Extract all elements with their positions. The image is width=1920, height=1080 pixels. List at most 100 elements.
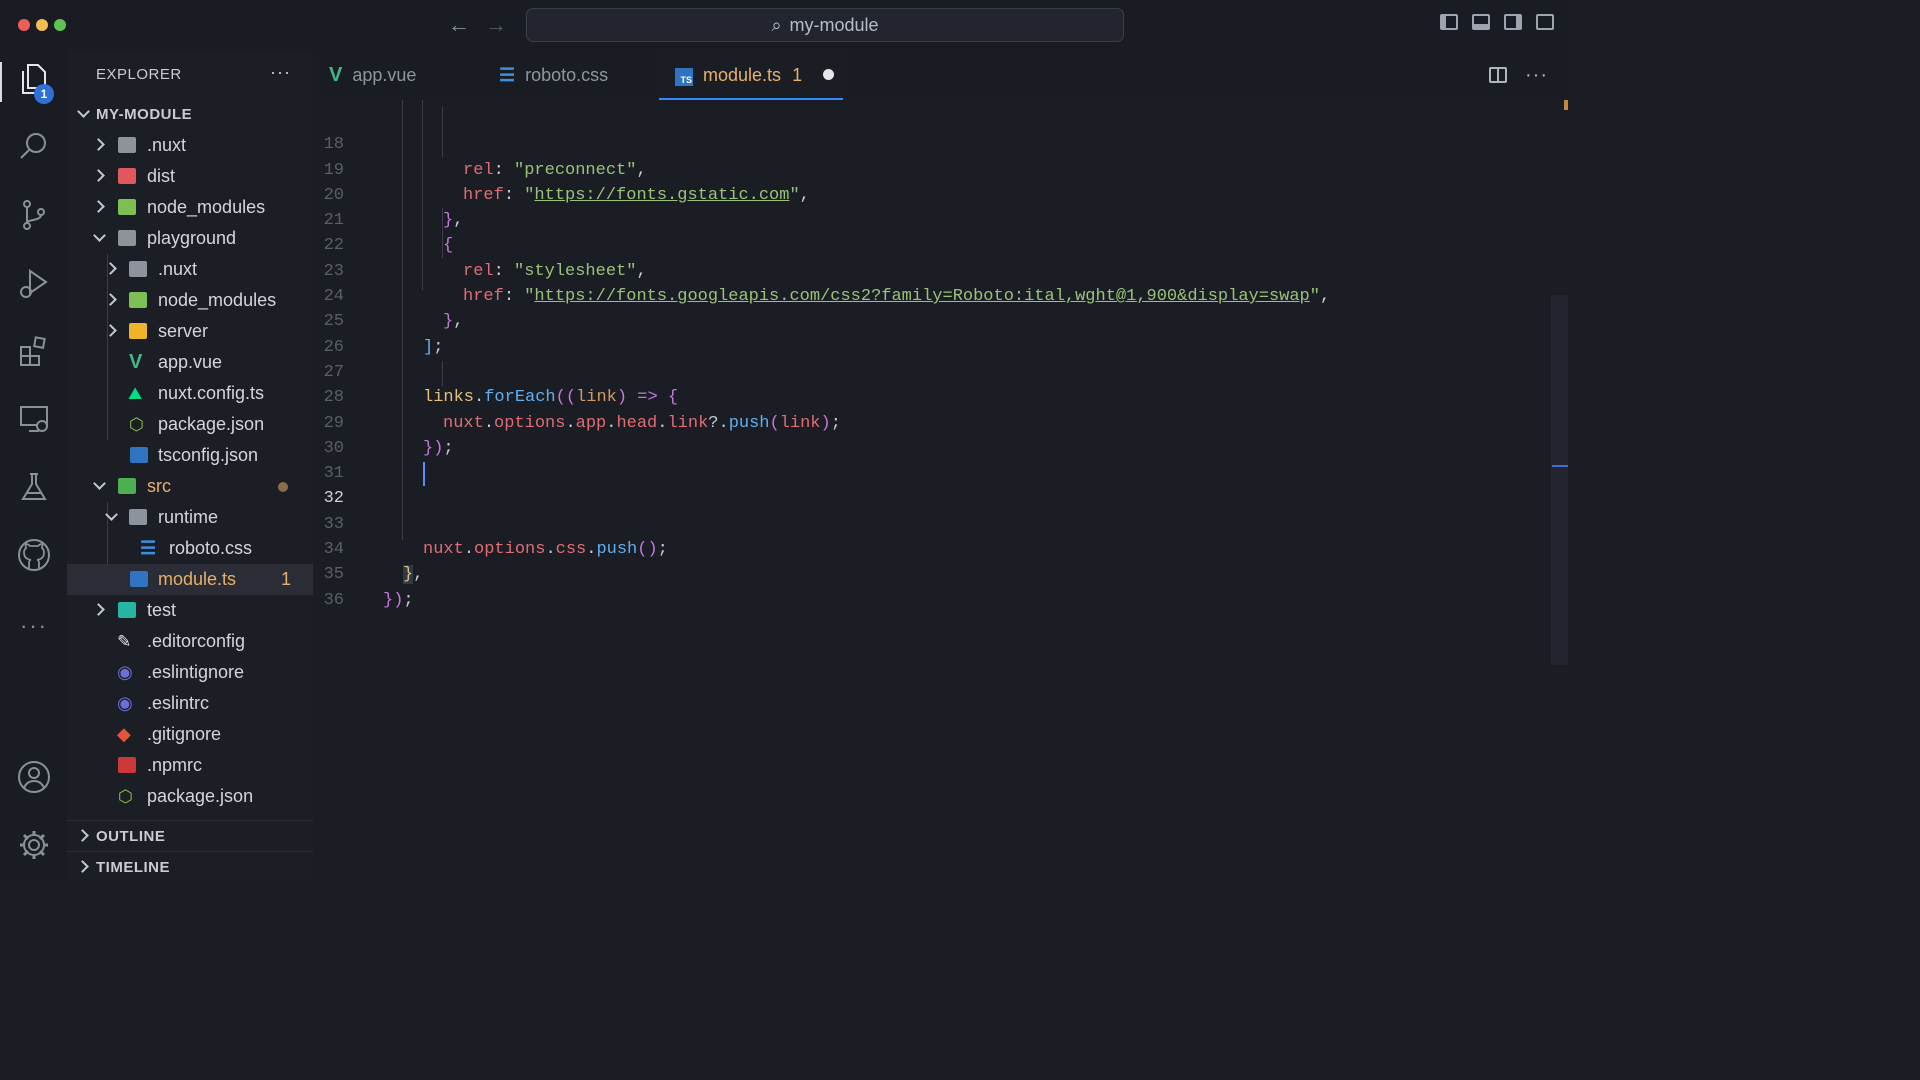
tree-folder-playground-nuxt[interactable]: .nuxt [67,254,313,285]
tree-file-npmrc[interactable]: .npmrc [67,750,313,781]
code-line-current: 32 [313,461,354,508]
tree-file-root-package-json[interactable]: ⬡ package.json [67,781,313,812]
chevron-right-icon [76,860,90,874]
source-control-icon[interactable] [14,198,54,238]
maximize-window-button[interactable] [54,19,66,31]
back-arrow-icon[interactable]: ← [448,12,470,38]
chevron-down-icon [76,107,90,121]
title-bar: ← → ⌕ my-module [0,0,1568,51]
outline-section-header[interactable]: OUTLINE [67,820,313,852]
code-editor[interactable]: 18 rel: "preconnect", 19 href: "https://… [313,100,1548,882]
chevron-right-icon [76,829,90,843]
code-text: }, [403,565,424,585]
chevron-down-icon [104,510,118,524]
tree-file-roboto-css[interactable]: ☰ roboto.css [67,533,313,564]
editor-scrollbar[interactable] [1548,100,1568,882]
scrollbar-thumb[interactable] [1551,295,1568,665]
tree-folder-runtime[interactable]: runtime [67,502,313,533]
tree-item-label: nuxt.config.ts [158,383,265,403]
tree-file-editorconfig[interactable]: ✎ .editorconfig [67,626,313,657]
code-line: 34 }, [313,512,423,585]
link-url[interactable]: https://fonts.gstatic.com [534,186,789,205]
tree-folder-src[interactable]: src [67,471,313,502]
command-center-search[interactable]: ⌕ my-module [526,8,1124,42]
link-url[interactable]: https://fonts.googleapis.com/css2?family… [534,287,1309,306]
indent-guide [402,100,403,540]
tab-app-vue[interactable]: Vapp.vue [329,50,479,100]
tree-file-package-json[interactable]: ⬡ package.json [67,409,313,440]
code-line: 20 }, [313,158,464,230]
indent-guide [442,107,443,157]
toggle-primary-sidebar-icon[interactable] [1440,14,1458,30]
remote-explorer-icon[interactable] [14,402,54,442]
split-editor-icon[interactable] [1489,67,1508,83]
unsaved-dot-icon[interactable] [823,69,835,80]
code-text: nuxt.options.app.head.link?.push(link); [443,413,841,433]
testing-icon[interactable] [14,470,54,510]
tree-item-label: .eslintrc [147,693,210,713]
tree-file-eslintignore[interactable]: ◉ .eslintignore [67,657,313,688]
indent-guide [442,361,443,386]
code-text: rel: "stylesheet", [463,261,647,281]
tab-module-ts[interactable]: TS module.ts 1 [659,50,843,100]
chevron-right-icon [92,200,106,214]
tree-item-label: tsconfig.json [158,445,259,465]
tree-item-label: package.json [147,786,254,806]
chevron-down-icon [92,479,106,493]
indent-guide [422,100,423,290]
code-text: }); [383,590,414,610]
tree-file-eslintrc[interactable]: ◉ .eslintrc [67,688,313,719]
tree-folder-playground-node-modules[interactable]: node_modules [67,285,313,316]
explorer-more-actions-icon[interactable]: ··· [270,62,291,83]
active-indicator [0,62,2,102]
code-line: 29 }); [313,385,454,458]
tree-folder-nuxt[interactable]: .nuxt [67,130,313,161]
github-icon[interactable] [14,538,54,578]
folder-icon [118,137,136,153]
settings-gear-icon[interactable] [14,828,54,868]
more-actions-icon[interactable]: ··· [1525,64,1548,87]
minimize-window-button[interactable] [36,19,48,31]
code-line: 31 [313,436,354,483]
code-text: }, [443,211,464,231]
tree-folder-server[interactable]: server [67,316,313,347]
tab-label: module.ts [703,65,782,85]
dist-folder-icon [118,168,136,184]
tree-file-module-ts[interactable]: module.ts 1 [67,564,313,595]
run-debug-icon[interactable] [14,266,54,306]
tree-item-label: playground [147,228,237,248]
typescript-icon [130,571,148,587]
accounts-icon[interactable] [14,760,54,800]
code-text: { [443,236,454,256]
tree-folder-node-modules[interactable]: node_modules [67,192,313,223]
eslint-icon: ◉ [117,693,133,713]
activity-bar: 1 ··· [0,50,67,882]
toggle-panel-icon[interactable] [1472,14,1490,30]
folder-open-icon [129,509,147,525]
more-views-icon[interactable]: ··· [14,606,54,646]
chevron-right-icon [104,324,118,338]
tree-file-nuxt-config[interactable]: ⛰ nuxt.config.ts [67,378,313,409]
code-line: 18 rel: "preconnect", [313,107,647,179]
tree-file-gitignore[interactable]: ◆ .gitignore [67,719,313,750]
tab-roboto-css[interactable]: ☰ roboto.css [499,50,659,100]
search-icon[interactable] [14,130,54,170]
extensions-icon[interactable] [14,334,54,374]
code-line: 21 { [313,183,454,255]
code-line: 26 [313,309,354,357]
toggle-secondary-sidebar-icon[interactable] [1504,14,1522,30]
tree-folder-test[interactable]: test [67,595,313,626]
tree-item-label: node_modules [147,197,266,217]
tree-file-app-vue[interactable]: V app.vue [67,347,313,378]
editor-tabs: Vapp.vue ☰ roboto.css TS module.ts 1 ··· [313,50,1568,100]
customize-layout-icon[interactable] [1536,14,1554,30]
tree-folder-dist[interactable]: dist [67,161,313,192]
close-window-button[interactable] [18,19,30,31]
forward-arrow-icon[interactable]: → [485,12,507,38]
workspace-root-header[interactable]: MY-MODULE [67,99,313,130]
timeline-section-header[interactable]: TIMELINE [67,851,313,883]
code-text: href: "https://fonts.gstatic.com", [463,185,810,205]
tree-file-tsconfig[interactable]: tsconfig.json [67,440,313,471]
code-line: 25 ]; [313,284,444,356]
tree-folder-playground[interactable]: playground [67,223,313,254]
